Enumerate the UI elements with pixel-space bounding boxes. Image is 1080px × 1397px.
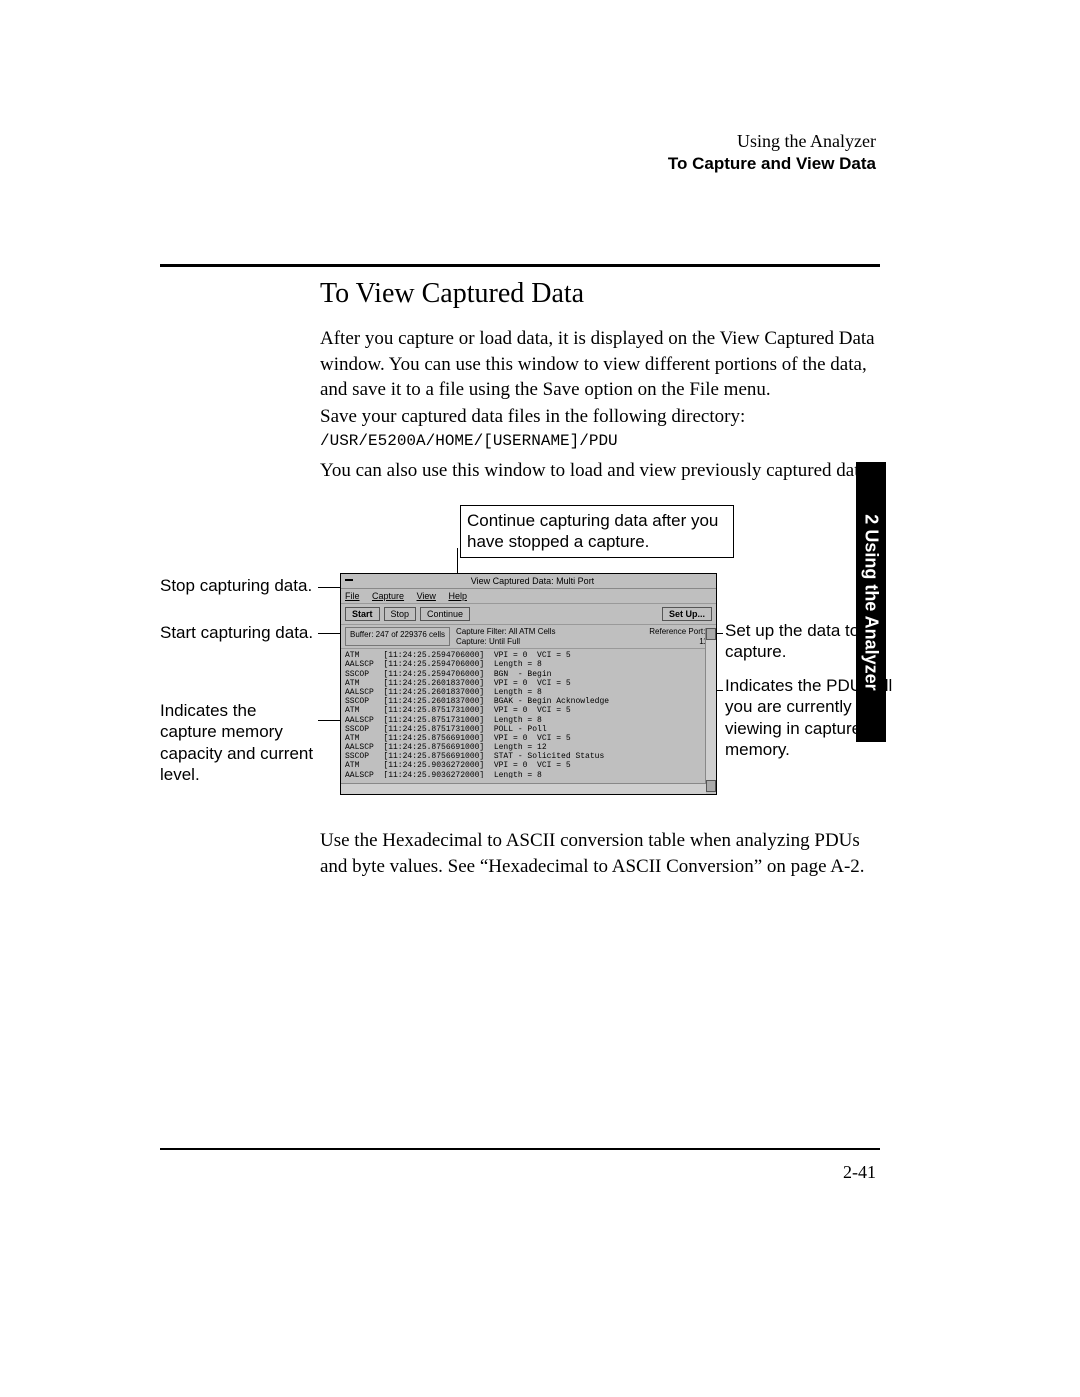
menu-file[interactable]: File	[345, 591, 360, 601]
menu-help[interactable]: Help	[448, 591, 467, 601]
toolbar: Start Stop Continue Set Up...	[341, 604, 716, 625]
callout-start: Start capturing data.	[160, 622, 315, 643]
window-menu-icon[interactable]	[345, 579, 353, 581]
vertical-scrollbar[interactable]	[705, 628, 716, 792]
paragraph-save: Save your captured data files in the fol…	[320, 404, 880, 430]
filter-label: Capture Filter:	[456, 627, 507, 636]
code-path: /USR/E5200A/HOME/[USERNAME]/PDU	[320, 432, 618, 450]
section-heading: To View Captured Data	[320, 278, 584, 310]
page-header: Using the Analyzer To Capture and View D…	[668, 130, 876, 175]
buffer-status: Buffer: 247 of 229376 cells	[345, 627, 450, 646]
window-title: View Captured Data: Multi Port	[471, 576, 594, 586]
menubar: File Capture View Help	[341, 589, 716, 604]
counter-value: 117	[649, 637, 712, 647]
setup-button[interactable]: Set Up...	[662, 607, 712, 621]
divider-top	[160, 264, 880, 267]
capture-value: Until Full	[489, 637, 520, 646]
chapter-tab: 2 Using the Analyzer	[856, 462, 886, 742]
header-section: To Capture and View Data	[668, 153, 876, 175]
callout-stop: Stop capturing data.	[160, 575, 315, 596]
paragraph-intro: After you capture or load data, it is di…	[320, 326, 880, 403]
info-row: Buffer: 247 of 229376 cells Capture Filt…	[341, 625, 716, 649]
horizontal-scrollbar[interactable]	[341, 783, 706, 794]
continue-button[interactable]: Continue	[420, 607, 470, 621]
filter-value: All ATM Cells	[509, 627, 556, 636]
menu-capture[interactable]: Capture	[372, 591, 404, 601]
capture-label: Capture:	[456, 637, 487, 646]
stop-button[interactable]: Stop	[384, 607, 417, 621]
page-number: 2-41	[843, 1162, 876, 1183]
filter-info: Capture Filter: All ATM Cells Capture: U…	[450, 627, 649, 646]
chapter-tab-label: 2 Using the Analyzer	[861, 514, 882, 690]
start-button[interactable]: Start	[345, 607, 380, 621]
menu-view[interactable]: View	[417, 591, 436, 601]
paragraph-hex: Use the Hexadecimal to ASCII conversion …	[320, 828, 880, 879]
captured-data-window: View Captured Data: Multi Port File Capt…	[340, 573, 717, 795]
window-titlebar: View Captured Data: Multi Port	[341, 574, 716, 589]
pdu-listing[interactable]: ATM [11:24:25.2594706000] VPI = 0 VCI = …	[341, 649, 716, 778]
header-chapter: Using the Analyzer	[668, 130, 876, 153]
refport-info: Reference Port: 1 117	[649, 627, 712, 646]
callout-continue: Continue capturing data after you have s…	[460, 505, 734, 558]
callout-capture-memory: Indicates the capture memory capacity an…	[160, 700, 315, 785]
divider-bottom	[160, 1148, 880, 1150]
refport-label: Reference Port:	[649, 627, 705, 636]
paragraph-load: You can also use this window to load and…	[320, 458, 880, 484]
figure: Continue capturing data after you have s…	[160, 495, 940, 805]
